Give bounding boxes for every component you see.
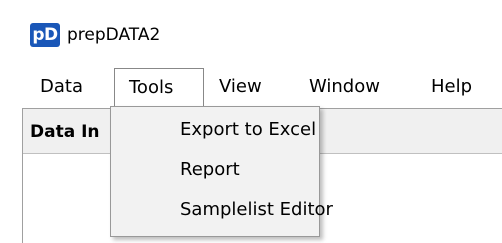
menu-bar: Data Tools View Window Help	[0, 68, 502, 108]
menu-item-export-to-excel[interactable]: Export to Excel	[111, 111, 319, 149]
menu-item-report[interactable]: Report	[111, 151, 319, 189]
menu-data[interactable]: Data	[40, 68, 100, 106]
menu-tools-label: Tools	[129, 77, 174, 98]
menu-window[interactable]: Window	[309, 68, 399, 106]
app-logo-icon: pD	[30, 23, 60, 47]
menu-view[interactable]: View	[219, 68, 279, 106]
app-title: prepDATA2	[67, 25, 161, 45]
tools-dropdown-menu: Export to Excel Report Samplelist Editor	[110, 106, 333, 237]
panel-title: Data In	[30, 122, 100, 142]
menu-item-report-label: Report	[180, 159, 240, 180]
title-bar: pD prepDATA2	[0, 0, 502, 68]
menu-help-label: Help	[431, 76, 473, 97]
menu-help[interactable]: Help	[431, 68, 491, 106]
menu-view-label: View	[219, 76, 262, 97]
menu-tools[interactable]: Tools	[114, 68, 204, 108]
menu-item-samplelist-editor[interactable]: Samplelist Editor	[111, 191, 333, 229]
menu-data-label: Data	[40, 76, 83, 97]
menu-item-export-to-excel-label: Export to Excel	[180, 119, 317, 140]
menu-window-label: Window	[309, 76, 380, 97]
menu-item-samplelist-editor-label: Samplelist Editor	[180, 199, 333, 220]
